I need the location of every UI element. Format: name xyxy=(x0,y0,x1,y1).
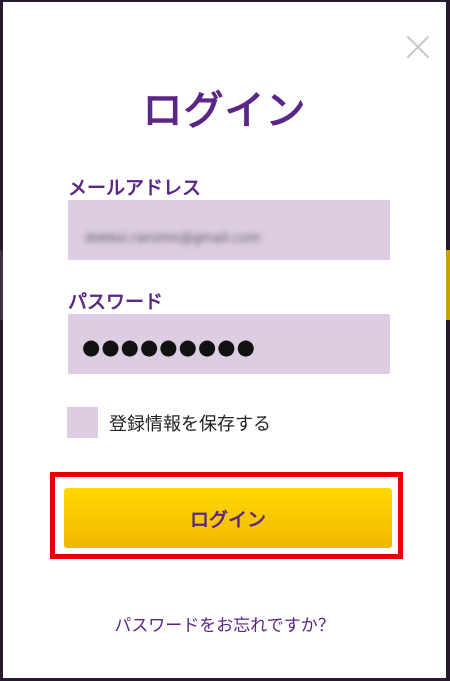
remember-checkbox[interactable] xyxy=(67,407,98,438)
password-label: パスワード xyxy=(68,291,164,313)
login-button[interactable]: ログイン xyxy=(64,488,392,548)
email-label: メールアドレス xyxy=(68,177,202,199)
email-value: dokkoi.ranshin@gmail.com xyxy=(85,231,261,246)
password-value: ●●●●●●●●● xyxy=(82,335,256,359)
backdrop-strip-right xyxy=(446,250,450,320)
email-field[interactable] xyxy=(68,200,390,260)
forgot-password-link[interactable]: パスワードをお忘れですか？ xyxy=(3,611,446,636)
modal-title: ログイン xyxy=(142,88,307,134)
login-modal: ログイン メールアドレス dokkoi.ranshin@gmail.com パス… xyxy=(3,2,446,678)
close-icon[interactable] xyxy=(403,32,433,62)
remember-label[interactable]: 登録情報を保存する xyxy=(109,410,271,436)
